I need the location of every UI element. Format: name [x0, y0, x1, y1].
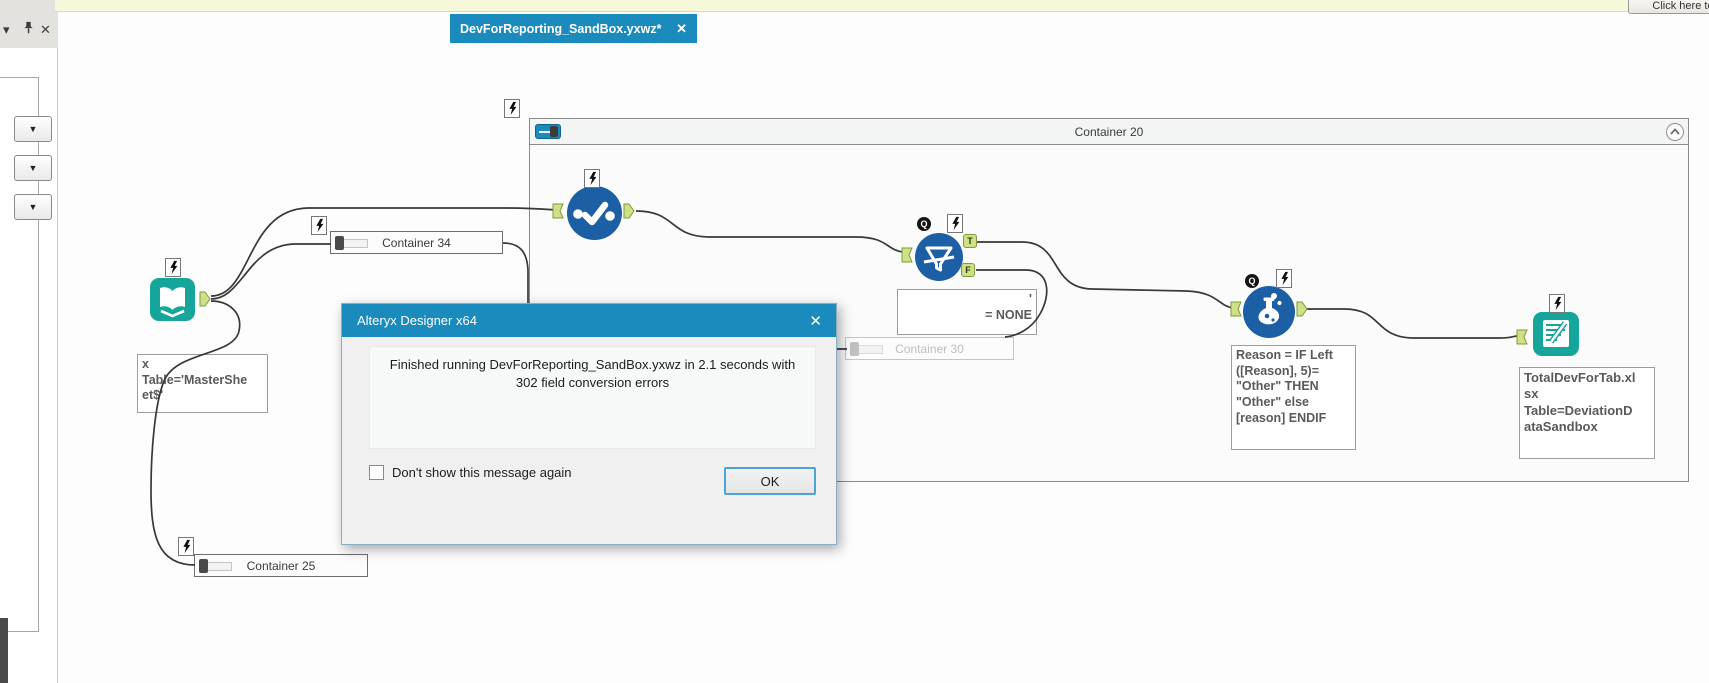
tool-container-34[interactable]: Container 34: [330, 231, 503, 254]
pin-icon[interactable]: [22, 20, 35, 38]
output-input-anchor[interactable]: [1516, 329, 1528, 345]
formula-flask-icon: [1258, 293, 1282, 325]
annotation-output-file[interactable]: TotalDevForTab.xl sx Table=DeviationD at…: [1519, 367, 1655, 459]
data-cleansing-check-icon: [573, 201, 615, 226]
filter-false-anchor[interactable]: F: [961, 263, 975, 277]
container-20-toggle[interactable]: [535, 124, 561, 139]
input-data-book-icon: [160, 287, 185, 318]
annotation-input-table[interactable]: x Table='MasterShe et$': [137, 354, 268, 413]
container-30-toggle-knob: [850, 342, 859, 356]
dialog-titlebar[interactable]: Alteryx Designer x64 ✕: [342, 304, 836, 337]
dialog-close-icon[interactable]: ✕: [809, 312, 836, 330]
tool-container-30[interactable]: Container 30: [845, 337, 1014, 360]
cleansing-output-anchor[interactable]: [623, 203, 635, 219]
interface-dropdown-3[interactable]: ▼: [14, 194, 52, 220]
tool-input-data[interactable]: [150, 278, 195, 321]
panel-menu-icon[interactable]: ▾: [3, 22, 10, 38]
interface-dropdown-2[interactable]: ▼: [14, 155, 52, 181]
tab-close-icon[interactable]: ✕: [676, 21, 687, 37]
filter-funnel-icon: [923, 246, 955, 272]
annotation-formula-expression[interactable]: Reason = IF Left ([Reason], 5)= "Other" …: [1231, 345, 1356, 450]
lightning-icon: [178, 537, 194, 556]
dialog-title: Alteryx Designer x64: [357, 313, 477, 328]
output-data-doc-icon: [1543, 320, 1569, 347]
notification-button[interactable]: Click here to: [1628, 0, 1709, 14]
lightning-icon: [947, 214, 963, 233]
notification-strip: [55, 0, 1709, 12]
ok-button[interactable]: OK: [724, 467, 816, 495]
lightning-icon: [1276, 269, 1292, 288]
container-25-toggle-knob: [199, 559, 208, 573]
workflow-tab[interactable]: DevForReporting_SandBox.yxwz* ✕: [450, 14, 697, 43]
formula-output-anchor[interactable]: [1296, 301, 1308, 317]
lightning-icon: [311, 216, 327, 235]
container-34-toggle-knob: [335, 236, 344, 250]
panel-close-icon[interactable]: ✕: [40, 22, 51, 38]
container-20-header[interactable]: Container 20: [530, 119, 1688, 145]
question-anchor-icon: Q: [917, 217, 931, 231]
workflow-tab-title: DevForReporting_SandBox.yxwz*: [460, 21, 662, 36]
input-output-anchor[interactable]: [199, 291, 211, 307]
tool-output-data[interactable]: [1533, 312, 1579, 356]
tool-container-25[interactable]: Container 25: [194, 554, 368, 577]
tool-filter[interactable]: [915, 233, 963, 281]
container-20-label: Container 20: [1074, 125, 1144, 139]
dialog-message: Finished running DevForReporting_SandBox…: [389, 357, 796, 390]
wire-input-to-container34: [210, 243, 331, 300]
filter-true-anchor[interactable]: T: [963, 234, 977, 248]
tool-data-cleansing[interactable]: [567, 186, 622, 240]
lightning-icon: [165, 258, 181, 277]
annotation-filter-expression[interactable]: ' = NONE: [897, 289, 1037, 335]
lightning-icon: [584, 169, 600, 188]
lightning-icon: [1549, 294, 1565, 313]
formula-input-anchor[interactable]: [1230, 301, 1242, 317]
dont-show-again-label: Don't show this message again: [392, 465, 572, 480]
wire-input-to-container25: [150, 300, 241, 566]
dialog-message-box: Finished running DevForReporting_SandBox…: [369, 346, 816, 449]
tool-formula[interactable]: [1243, 286, 1295, 338]
alteryx-canvas-window: Click here to DevForReporting_SandBox.yx…: [0, 0, 1709, 683]
run-complete-dialog: Alteryx Designer x64 ✕ Finished running …: [341, 303, 837, 545]
lightning-icon: [504, 99, 520, 118]
cleansing-input-anchor[interactable]: [552, 203, 564, 219]
dont-show-again-checkbox[interactable]: [369, 465, 384, 480]
bottom-left-scrollbar[interactable]: [0, 618, 8, 683]
filter-input-anchor[interactable]: [901, 247, 913, 263]
question-anchor-icon: Q: [1245, 274, 1259, 288]
container-20-collapse-icon[interactable]: [1666, 123, 1684, 141]
interface-dropdown-1[interactable]: ▼: [14, 116, 52, 142]
